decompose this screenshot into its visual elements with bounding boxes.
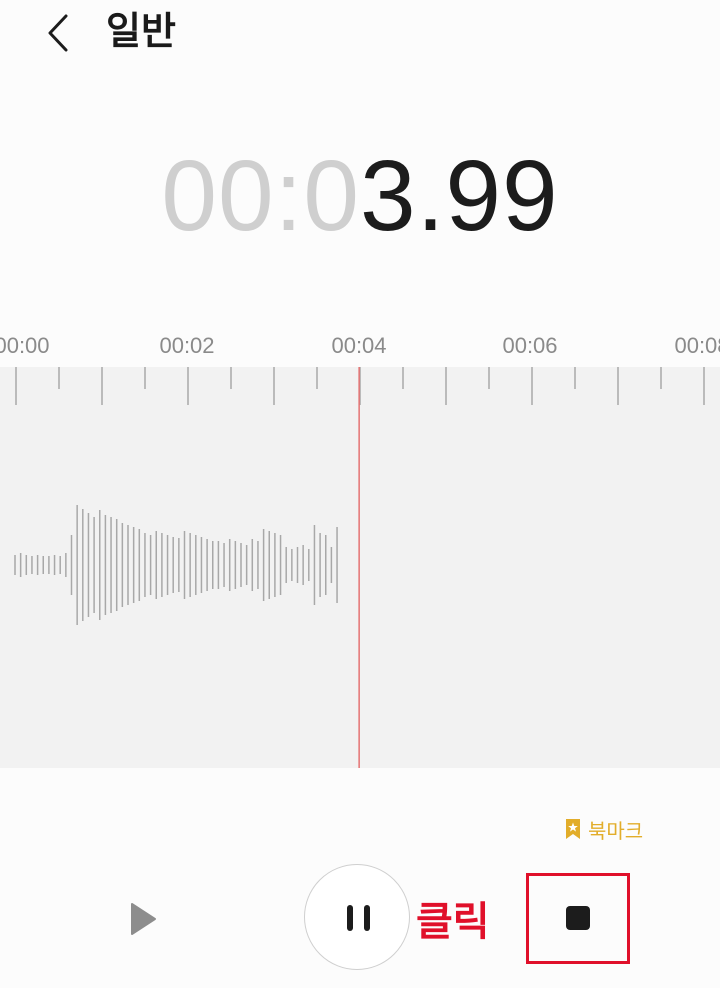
back-button[interactable]: [38, 6, 82, 56]
waveform: [14, 367, 705, 768]
timeline-ruler-labels: 00:00 00:02 00:04 00:06 00:08: [0, 330, 720, 364]
stop-button[interactable]: [546, 884, 610, 952]
timeline-label: 00:06: [502, 333, 558, 358]
pause-button[interactable]: [304, 864, 410, 970]
click-annotation: 클릭: [416, 899, 490, 945]
waveform-area[interactable]: [0, 367, 720, 768]
recording-timer: 00:03.99: [0, 140, 720, 252]
timeline-label: 00:04: [331, 333, 387, 358]
stop-icon: [566, 906, 590, 930]
app-header: 일반: [0, 0, 720, 64]
chevron-left-icon: [48, 14, 68, 52]
page-title: 일반: [106, 9, 176, 53]
play-icon: [131, 903, 156, 935]
timer-active-digits: 3.99: [360, 140, 559, 252]
timeline-label: 00:02: [159, 333, 215, 358]
bookmark-label: 북마크: [588, 818, 644, 843]
timer-dim-digits: 00:0: [161, 140, 360, 252]
bookmark-star-icon: [566, 819, 580, 839]
timeline-label: 00:00: [0, 333, 50, 358]
play-button[interactable]: [122, 896, 166, 942]
bookmark-button[interactable]: 북마크: [564, 814, 643, 844]
timeline-label: 00:08: [674, 333, 720, 358]
